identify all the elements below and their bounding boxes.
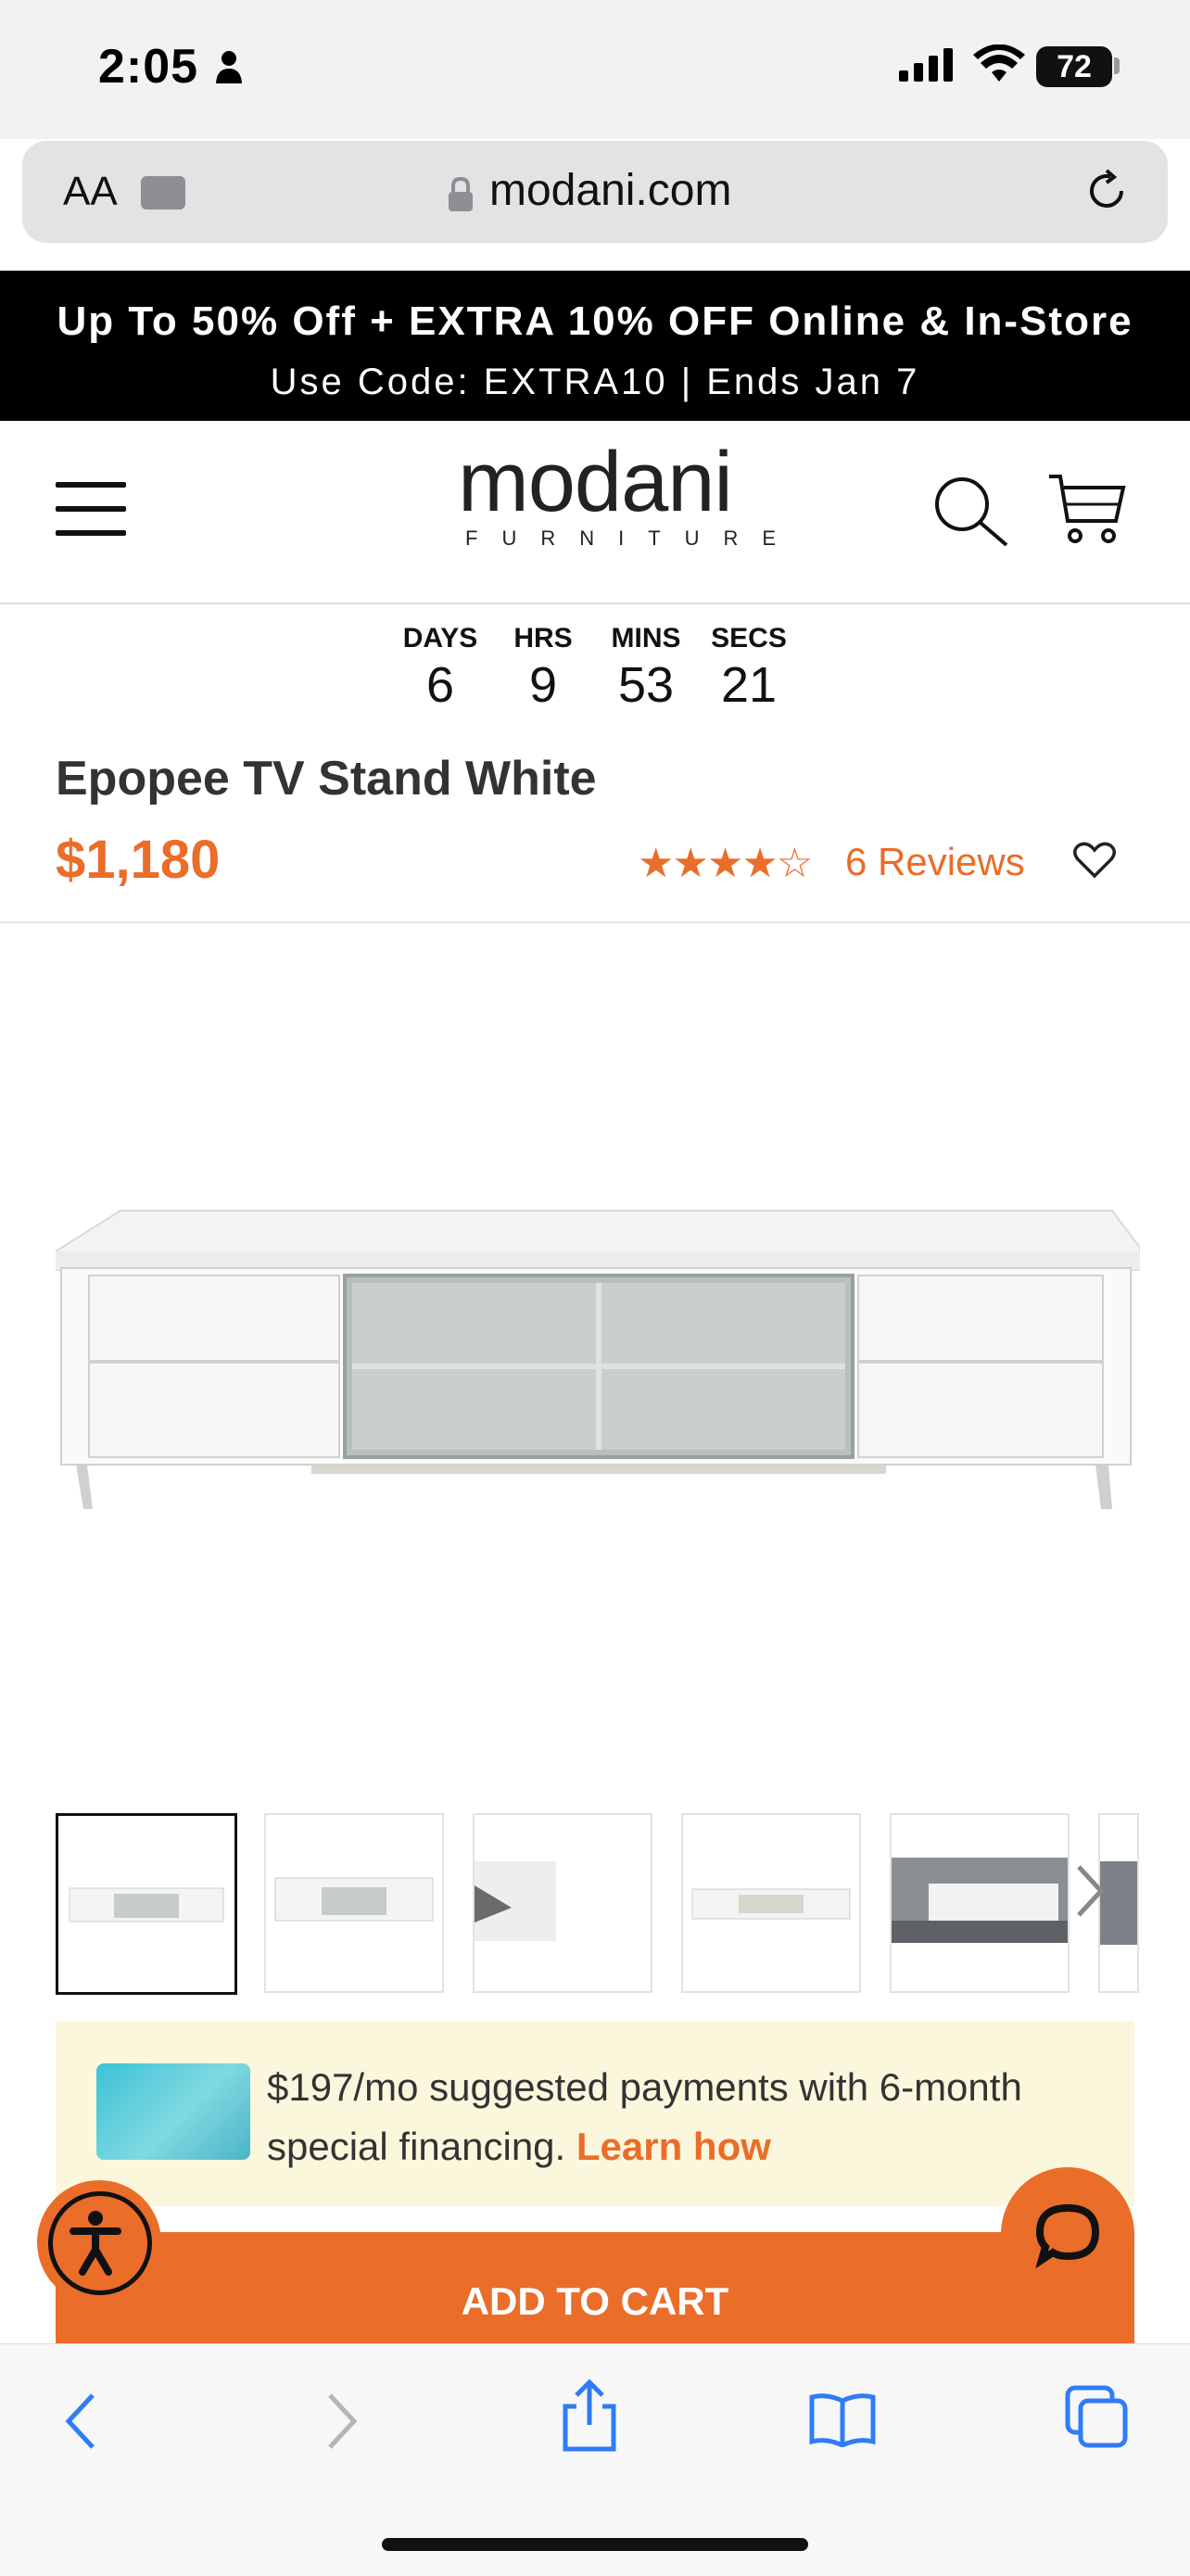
wifi-icon — [973, 44, 1025, 82]
bookmarks-icon[interactable] — [808, 2392, 877, 2447]
reload-icon[interactable] — [1082, 167, 1131, 215]
learn-how-link[interactable]: Learn how — [576, 2125, 771, 2168]
product-price: $1,180 — [56, 830, 221, 890]
countdown-days: DAYS 6 — [389, 623, 491, 714]
reviews-link[interactable]: 6 Reviews — [845, 840, 1025, 884]
chat-icon — [1035, 2203, 1100, 2269]
menu-icon[interactable] — [56, 482, 126, 538]
thumbnail-image — [274, 1877, 434, 1922]
cart-icon[interactable] — [1047, 473, 1127, 547]
countdown-label: SECS — [711, 623, 787, 654]
signal-icon — [899, 48, 953, 82]
tabs-icon[interactable] — [1064, 2384, 1129, 2449]
thumbnail-5[interactable] — [890, 1813, 1070, 1993]
add-to-cart-button[interactable]: ADD TO CART — [56, 2232, 1134, 2343]
header-divider — [0, 603, 1190, 604]
countdown-value: 6 — [425, 657, 455, 713]
thumbnail-2[interactable] — [264, 1813, 444, 1993]
accessibility-icon — [48, 2191, 152, 2295]
countdown-value: 53 — [617, 657, 675, 713]
extension-icon[interactable] — [141, 176, 185, 209]
share-icon[interactable] — [560, 2379, 619, 2453]
countdown-label: MINS — [611, 623, 681, 654]
logo-subtitle: FURNITURE — [465, 527, 801, 550]
brand-logo[interactable]: modani FURNITURE — [447, 435, 801, 551]
countdown-label: DAYS — [402, 623, 478, 654]
text-size-button[interactable]: AA — [63, 169, 118, 215]
title-divider — [0, 921, 1190, 923]
product-title: Epopee TV Stand White — [56, 752, 597, 806]
thumbnail-1[interactable] — [56, 1813, 237, 1995]
thumbnail-image — [691, 1888, 851, 1920]
status-time: 2:05 — [98, 40, 199, 94]
battery-nub — [1114, 57, 1120, 74]
countdown-value: 9 — [528, 657, 558, 713]
forward-icon[interactable] — [323, 2392, 360, 2451]
thumbnail-image — [475, 1861, 556, 1941]
lock-icon — [449, 176, 473, 211]
financing-text: $197/mo suggested payments with 6-month … — [267, 2058, 1101, 2176]
countdown-value: 21 — [720, 657, 778, 713]
search-icon[interactable] — [932, 475, 1010, 549]
chevron-right-icon[interactable] — [1073, 1863, 1107, 1919]
countdown-hours: HRS 9 — [492, 623, 594, 714]
thumbnail-4[interactable] — [681, 1813, 861, 1993]
promo-banner[interactable]: Up To 50% Off + EXTRA 10% OFF Online & I… — [0, 271, 1190, 421]
battery-indicator: 72 — [1036, 46, 1112, 87]
promo-code: Use Code: EXTRA10 | Ends Jan 7 — [270, 362, 920, 402]
logo-wordmark: modani — [458, 435, 733, 529]
countdown-seconds: SECS 21 — [698, 623, 800, 714]
credit-card-image — [96, 2063, 250, 2160]
back-icon[interactable] — [63, 2392, 100, 2451]
thumbnail-image — [892, 1858, 1068, 1943]
rating-stars[interactable]: ★★★★☆ — [638, 840, 813, 887]
heart-icon[interactable] — [1073, 842, 1116, 879]
home-indicator — [382, 2538, 808, 2551]
countdown-label: HRS — [513, 623, 573, 654]
thumbnail-3[interactable] — [473, 1813, 652, 1993]
person-icon — [216, 51, 242, 83]
chat-button[interactable] — [1001, 2167, 1134, 2301]
product-image[interactable] — [56, 1196, 1140, 1529]
countdown-minutes: MINS 53 — [595, 623, 697, 714]
thumbnail-image — [69, 1887, 224, 1922]
url-text[interactable]: modani.com — [489, 165, 731, 216]
promo-headline: Up To 50% Off + EXTRA 10% OFF Online & I… — [57, 298, 1133, 344]
